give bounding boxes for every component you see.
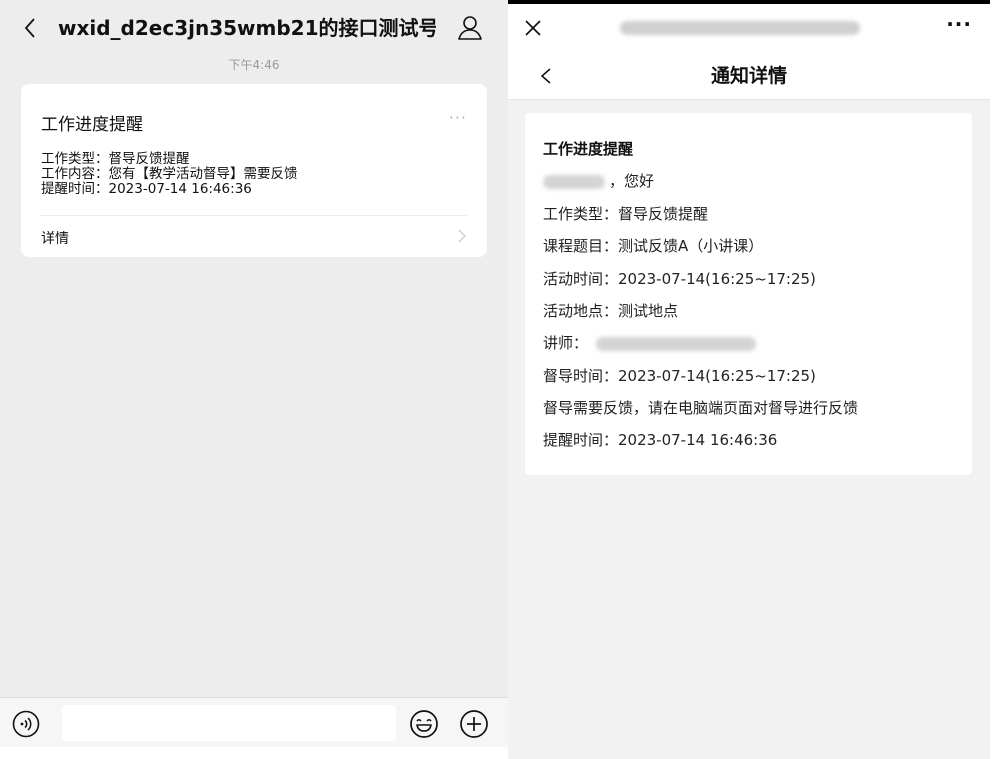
page-url-redacted — [620, 21, 860, 35]
chat-input-bar — [0, 697, 508, 747]
card-detail-label: 详情 — [41, 231, 69, 247]
message-timestamp: 下午4:46 — [228, 58, 280, 72]
back-button[interactable] — [16, 10, 44, 46]
template-message-card[interactable]: 工作进度提醒 ··· 工作类型：督导反馈提醒 工作内容：您有【教学活动督导】需要… — [21, 84, 487, 257]
detail-panel: ··· 通知详情 工作进度提醒 ，您好 工作类型：督导反馈提醒 课程题目：测试反… — [508, 0, 990, 759]
card-line-work-type: 工作类型：督导反馈提醒 — [41, 151, 190, 167]
card-line-work-content: 工作内容：您有【教学活动督导】需要反馈 — [41, 166, 298, 182]
page-title: 通知详情 — [710, 65, 787, 87]
detail-title: 工作进度提醒 — [543, 140, 634, 158]
voice-icon — [12, 710, 40, 738]
more-options-button[interactable]: ··· — [946, 12, 972, 36]
detail-remind-time: 提醒时间：2023-07-14 16:46:36 — [543, 431, 778, 449]
emoji-button[interactable] — [409, 709, 439, 739]
detail-course: 课程题目：测试反馈A（小讲课） — [543, 237, 764, 255]
more-functions-button[interactable] — [459, 709, 489, 739]
bottom-safe-area — [0, 747, 508, 759]
recipient-name-redacted — [543, 174, 605, 189]
card-body: 工作类型：督导反馈提醒 工作内容：您有【教学活动督导】需要反馈 提醒时间：202… — [41, 152, 298, 197]
more-icon[interactable]: ··· — [449, 108, 467, 127]
chevron-right-icon — [458, 229, 466, 243]
webview-header: ··· — [508, 4, 990, 52]
detail-supervise-time: 督导时间：2023-07-14(16:25~17:25) — [543, 367, 816, 385]
close-icon — [525, 20, 541, 36]
page-nav: 通知详情 — [508, 52, 990, 100]
detail-teacher: 讲师： — [543, 332, 757, 353]
detail-activity-place: 活动地点：测试地点 — [543, 302, 679, 320]
emoji-icon — [410, 710, 438, 738]
message-input[interactable] — [62, 705, 396, 741]
user-icon — [458, 16, 482, 40]
close-button[interactable] — [520, 14, 548, 42]
detail-work-type: 工作类型：督导反馈提醒 — [543, 205, 709, 223]
chevron-left-icon — [24, 18, 35, 38]
card-line-remind-time: 提醒时间：2023-07-14 16:46:36 — [41, 181, 252, 197]
chat-panel: wxid_d2ec3jn35wmb21的接口测试号 下午4:46 工作进度提醒 … — [0, 0, 508, 759]
detail-feedback-note: 督导需要反馈，请在电脑端页面对督导进行反馈 — [543, 399, 859, 417]
chat-title: wxid_d2ec3jn35wmb21的接口测试号 — [58, 16, 436, 40]
detail-greeting: ，您好 — [543, 170, 654, 191]
plus-icon — [460, 710, 488, 738]
card-title: 工作进度提醒 — [41, 115, 143, 135]
card-detail-link[interactable]: 详情 — [21, 216, 487, 257]
right-edge — [990, 0, 996, 759]
chat-header: wxid_d2ec3jn35wmb21的接口测试号 — [0, 0, 508, 56]
detail-activity-time: 活动时间：2023-07-14(16:25~17:25) — [543, 270, 816, 288]
voice-button[interactable] — [12, 710, 40, 738]
teacher-name-redacted — [596, 336, 757, 351]
chat-info-button[interactable] — [454, 12, 486, 44]
notification-detail-card: 工作进度提醒 ，您好 工作类型：督导反馈提醒 课程题目：测试反馈A（小讲课） 活… — [525, 113, 972, 475]
